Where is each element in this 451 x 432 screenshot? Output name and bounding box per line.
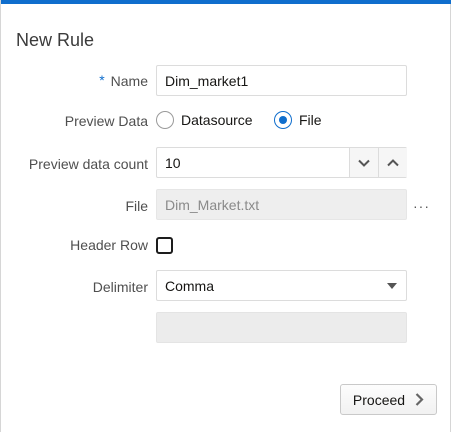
file-label: File	[125, 198, 148, 214]
preview-count-label: Preview data count	[28, 156, 148, 172]
radio-datasource[interactable]	[156, 111, 174, 129]
chevron-up-icon	[387, 158, 399, 166]
dialog-title: New Rule	[16, 30, 95, 50]
chevron-right-icon	[415, 393, 424, 406]
radio-datasource-label[interactable]: Datasource	[181, 112, 253, 128]
preview-count-input[interactable]: 10	[165, 155, 181, 171]
header-row-checkbox[interactable]	[156, 237, 173, 254]
file-field: Dim_Market.txt	[156, 189, 407, 220]
decrement-button[interactable]	[349, 148, 378, 177]
name-label: * Name	[99, 72, 148, 89]
required-marker: *	[99, 72, 105, 88]
dialog-accent-bar	[1, 0, 451, 4]
delimiter-select[interactable]: Comma	[156, 270, 407, 301]
name-label-text: Name	[110, 73, 148, 89]
preview-data-label: Preview Data	[64, 113, 148, 129]
caret-down-icon	[387, 283, 397, 289]
delimiter-label: Delimiter	[92, 279, 148, 295]
radio-file[interactable]	[274, 111, 292, 129]
increment-button[interactable]	[378, 148, 407, 177]
proceed-button[interactable]: Proceed	[340, 384, 437, 415]
delimiter-custom-field	[156, 312, 407, 343]
delimiter-value: Comma	[165, 278, 215, 294]
proceed-label: Proceed	[352, 391, 406, 408]
header-row-label: Header Row	[70, 237, 148, 253]
radio-file-label[interactable]: File	[299, 112, 322, 128]
name-input[interactable]: Dim_market1	[156, 65, 407, 96]
preview-count-stepper: 10	[156, 147, 407, 178]
chevron-down-icon	[358, 159, 370, 167]
ellipsis-icon[interactable]: ···	[413, 198, 430, 214]
new-rule-dialog: New Rule * Name Dim_market1 Preview Data …	[0, 0, 451, 432]
